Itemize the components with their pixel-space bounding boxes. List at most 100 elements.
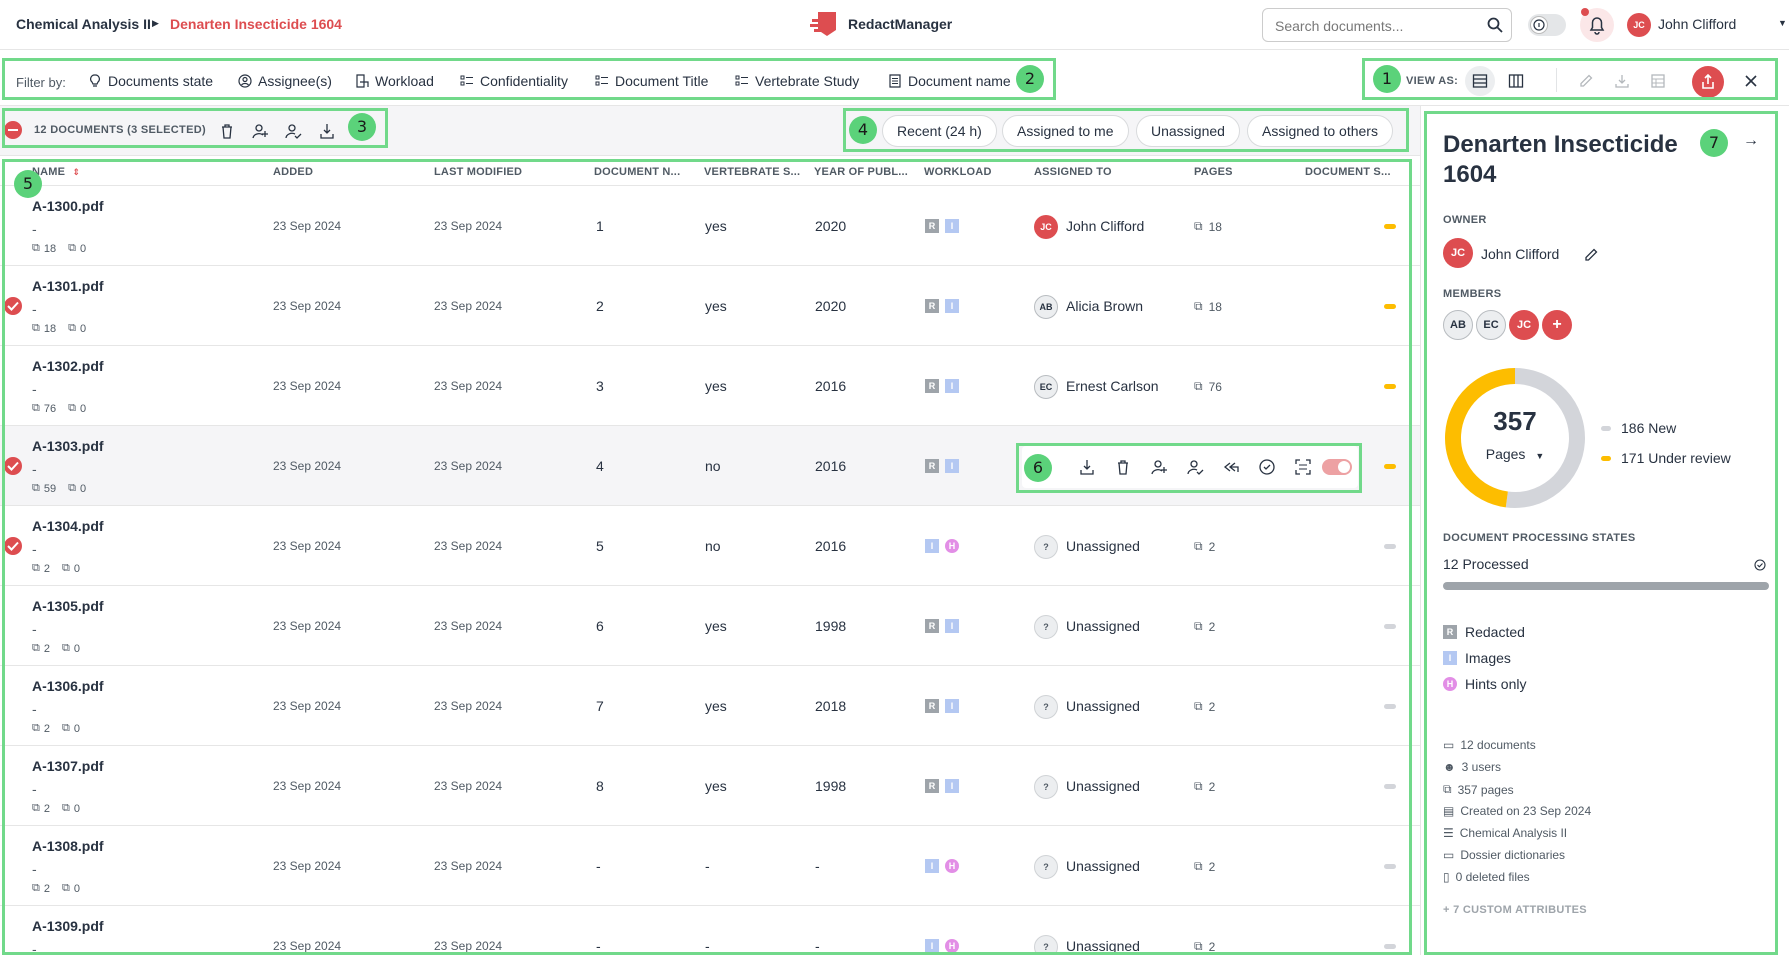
- deselect-all-checkbox[interactable]: [4, 121, 22, 139]
- search-icon[interactable]: [1487, 17, 1503, 33]
- column-header-workload[interactable]: WORKLOAD: [924, 166, 992, 178]
- file-name[interactable]: A-1308.pdf: [32, 838, 104, 854]
- assignee-name[interactable]: Alicia Brown: [1066, 298, 1143, 314]
- column-header-pages[interactable]: PAGES: [1194, 166, 1233, 178]
- column-header-assigned-to[interactable]: ASSIGNED TO: [1034, 166, 1112, 178]
- assignee-name[interactable]: Unassigned: [1066, 778, 1140, 794]
- filter-assignees[interactable]: Assignee(s): [238, 73, 332, 89]
- column-header-year[interactable]: YEAR OF PUBL...: [814, 166, 908, 178]
- table-row[interactable]: A-1306.pdf - ⧉ 2 ⧉ 0 23 Sep 2024 23 Sep 2024 7 ye…: [0, 666, 1420, 746]
- vertebrate-study: -: [705, 858, 710, 874]
- close-button[interactable]: [1736, 66, 1766, 96]
- file-name[interactable]: A-1304.pdf: [32, 518, 104, 534]
- sort-icon[interactable]: ⇕: [72, 167, 80, 177]
- assign-to-me-icon[interactable]: [284, 122, 302, 140]
- file-subtitle: -: [32, 541, 37, 557]
- filter-document-title[interactable]: Document Title: [595, 73, 708, 89]
- file-name[interactable]: A-1307.pdf: [32, 758, 104, 774]
- reply-all-icon[interactable]: [1222, 458, 1240, 476]
- column-header-last-modified[interactable]: LAST MODIFIED: [434, 166, 522, 178]
- table-row[interactable]: A-1301.pdf - ⧉ 18 ⧉ 0 23 Sep 2024 23 Sep 2024 2 y…: [0, 266, 1420, 346]
- assignee-name[interactable]: Unassigned: [1066, 538, 1140, 554]
- search-input[interactable]: Search documents...: [1275, 18, 1403, 34]
- legend-new: 186 New: [1601, 420, 1676, 436]
- filter-workload[interactable]: Workload: [355, 73, 434, 89]
- added-date: 23 Sep 2024: [273, 219, 342, 233]
- pencil-icon: [1580, 74, 1593, 87]
- assignee-avatar: ?: [1034, 775, 1058, 799]
- row-selected-checkbox[interactable]: [4, 457, 22, 475]
- column-header-added[interactable]: ADDED: [273, 166, 313, 178]
- assignee-name[interactable]: Unassigned: [1066, 618, 1140, 634]
- workload-badge-i: I: [945, 219, 959, 233]
- column-header-vertebrate-study[interactable]: VERTEBRATE S...: [704, 166, 800, 178]
- vertebrate-study: no: [705, 538, 721, 554]
- assignee-name[interactable]: Unassigned: [1066, 858, 1140, 874]
- column-header-document-state[interactable]: DOCUMENT S...: [1305, 166, 1391, 178]
- view-list-button[interactable]: [1465, 66, 1495, 96]
- edit-owner-icon[interactable]: [1583, 247, 1599, 263]
- quick-filter-assigned-to-me[interactable]: Assigned to me: [1002, 115, 1129, 147]
- assignee-name[interactable]: John Clifford: [1066, 218, 1144, 234]
- add-member-button[interactable]: +: [1542, 310, 1572, 340]
- download-icon[interactable]: [1078, 458, 1096, 476]
- quick-filter-recent[interactable]: Recent (24 h): [882, 115, 997, 147]
- assignee-name[interactable]: Unassigned: [1066, 698, 1140, 714]
- file-name[interactable]: A-1300.pdf: [32, 198, 104, 214]
- filter-document-name[interactable]: Document name: [888, 73, 1011, 89]
- export-button[interactable]: [1692, 66, 1724, 98]
- ocr-scan-icon[interactable]: [1294, 458, 1312, 476]
- edit-dossier-button[interactable]: [1571, 66, 1601, 96]
- breadcrumb-dossier-template[interactable]: Chemical Analysis II: [16, 16, 151, 32]
- assignee-name[interactable]: Ernest Carlson: [1066, 378, 1159, 394]
- delete-icon[interactable]: [218, 122, 236, 140]
- table-row[interactable]: A-1304.pdf - ⧉ 2 ⧉ 0 23 Sep 2024 23 Sep 2024 5 no…: [0, 506, 1420, 586]
- table-row[interactable]: A-1308.pdf - ⧉ 2 ⧉ 0 23 Sep 2024 23 Sep 2024- - -…: [0, 826, 1420, 906]
- row-selected-checkbox[interactable]: [4, 297, 22, 315]
- file-stats: ⧉ 18 ⧉ 0: [32, 242, 86, 255]
- annotation-badge-6: 6: [1024, 454, 1052, 482]
- filter-confidentiality[interactable]: Confidentiality: [460, 73, 568, 89]
- file-name[interactable]: A-1302.pdf: [32, 358, 104, 374]
- collapse-panel-icon[interactable]: →: [1743, 132, 1759, 150]
- table-row[interactable]: A-1302.pdf - ⧉ 76 ⧉ 0 23 Sep 2024 23 Sep 2024 3 y…: [0, 346, 1420, 426]
- file-name[interactable]: A-1303.pdf: [32, 438, 104, 454]
- exclude-toggle[interactable]: [1322, 459, 1352, 475]
- report-button[interactable]: [1643, 66, 1673, 96]
- file-name[interactable]: A-1305.pdf: [32, 598, 104, 614]
- selection-toolbar: 12 DOCUMENTS (3 SELECTED) Recent (24 h) …: [0, 106, 1420, 156]
- chevron-down-icon[interactable]: ▼: [1778, 18, 1787, 28]
- assignee-name[interactable]: Unassigned: [1066, 938, 1140, 954]
- column-header-document-number[interactable]: DOCUMENT N...: [594, 166, 680, 178]
- search-box[interactable]: Search documents...: [1262, 8, 1512, 42]
- check-circle-icon[interactable]: [1258, 458, 1276, 476]
- assign-to-me-icon[interactable]: [1186, 458, 1204, 476]
- pages-dropdown[interactable]: Pages ▼: [1443, 446, 1587, 462]
- download-icon[interactable]: [318, 122, 336, 140]
- delete-icon[interactable]: [1114, 458, 1132, 476]
- download-dossier-button[interactable]: [1607, 66, 1637, 96]
- quick-filter-unassigned[interactable]: Unassigned: [1136, 115, 1240, 147]
- file-name[interactable]: A-1309.pdf: [32, 918, 104, 934]
- row-selected-checkbox[interactable]: [4, 537, 22, 555]
- table-row[interactable]: A-1305.pdf - ⧉ 2 ⧉ 0 23 Sep 2024 23 Sep 2024 6 ye…: [0, 586, 1420, 666]
- filter-vertebrate-study[interactable]: Vertebrate Study: [735, 73, 859, 89]
- help-mode-toggle[interactable]: [1528, 14, 1566, 36]
- file-name[interactable]: A-1306.pdf: [32, 678, 104, 694]
- custom-attributes-link[interactable]: + 7 CUSTOM ATTRIBUTES: [1443, 904, 1587, 916]
- table-row[interactable]: A-1300.pdf - ⧉ 18 ⧉ 0 23 Sep 2024 23 Sep 2024 1 y…: [0, 186, 1420, 266]
- table-row[interactable]: A-1307.pdf - ⧉ 2 ⧉ 0 23 Sep 2024 23 Sep 2024 8 ye…: [0, 746, 1420, 826]
- quick-filter-assigned-to-others[interactable]: Assigned to others: [1247, 115, 1393, 147]
- user-name[interactable]: John Clifford: [1658, 16, 1736, 32]
- table-row[interactable]: A-1309.pdf-⧉2⧉023 Sep 202423 Sep 2024---…: [0, 906, 1420, 955]
- assign-user-icon[interactable]: [251, 122, 269, 140]
- annotations-icon: ⧉: [61, 642, 70, 654]
- modified-date: 23 Sep 2024: [434, 699, 503, 713]
- assign-user-icon[interactable]: [1150, 458, 1168, 476]
- user-avatar[interactable]: JC: [1627, 13, 1651, 37]
- filter-documents-state[interactable]: Documents state: [88, 73, 213, 89]
- table-header: NAME ⇕ ADDED LAST MODIFIED DOCUMENT N...…: [0, 156, 1420, 186]
- file-name[interactable]: A-1301.pdf: [32, 278, 104, 294]
- view-workflow-button[interactable]: [1501, 66, 1531, 96]
- breadcrumb-dossier[interactable]: Denarten Insecticide 1604: [170, 16, 342, 32]
